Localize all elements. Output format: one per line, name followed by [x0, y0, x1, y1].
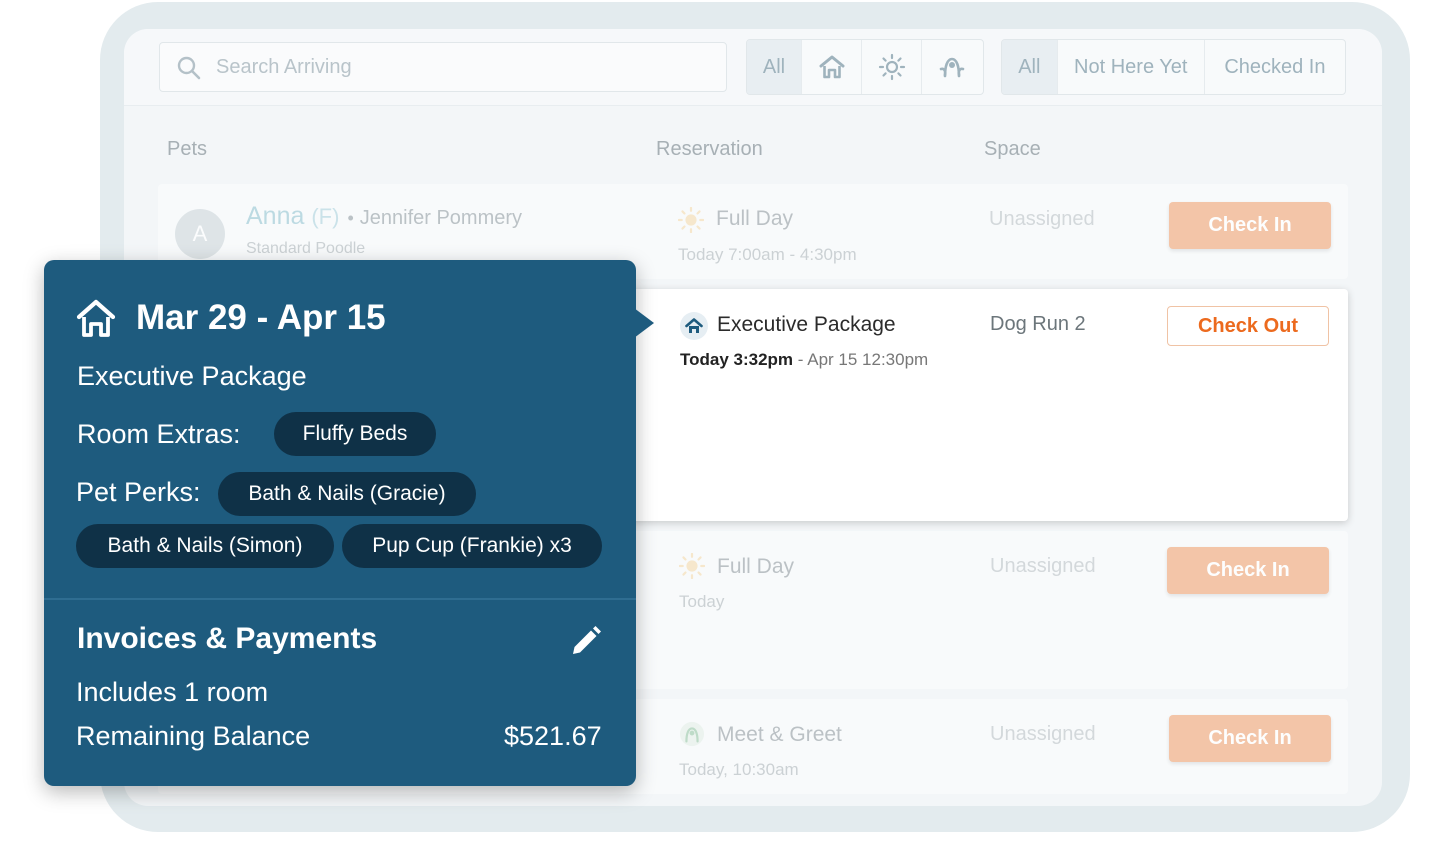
space-assignment: Dog Run 2 — [990, 313, 1086, 335]
pet-breed: Standard Poodle — [246, 240, 366, 257]
popover-package: Executive Package — [77, 361, 307, 391]
popover-divider — [44, 598, 636, 600]
pencil-icon[interactable] — [569, 624, 603, 658]
house-icon — [680, 312, 708, 340]
status-filter-checked-in[interactable]: Checked In — [1205, 40, 1345, 94]
sun-icon — [678, 207, 704, 233]
invoices-title: Invoices & Payments — [77, 622, 378, 655]
pet-perk-pill: Bath & Nails (Gracie) — [218, 472, 476, 516]
balance-label: Remaining Balance — [76, 721, 311, 751]
search-icon — [177, 56, 201, 80]
check-in-button[interactable]: Check In — [1169, 202, 1331, 249]
popover-dates: Mar 29 - Apr 15 — [136, 298, 386, 337]
pet-perk-pill: Bath & Nails (Simon) — [76, 524, 334, 568]
balance-value: $521.67 — [504, 721, 602, 751]
type-filter-boarding[interactable] — [802, 40, 862, 94]
column-header-reservation: Reservation — [656, 138, 763, 160]
check-in-button[interactable]: Check In — [1167, 547, 1329, 594]
check-out-button[interactable]: Check Out — [1167, 306, 1329, 346]
reservation-type: Full Day — [717, 555, 795, 578]
reservation-time: Today 3:32pm - Apr 15 12:30pm — [680, 350, 929, 369]
sun-icon — [679, 553, 705, 579]
space-assignment: Unassigned — [990, 555, 1096, 577]
sun-icon — [878, 53, 905, 81]
room-extras-label: Room Extras: — [77, 419, 241, 449]
reservation-popover: Mar 29 - Apr 15 Executive Package Room E… — [44, 260, 654, 786]
reservation-type: Meet & Greet — [717, 723, 842, 746]
pet-perk-pill: Pup Cup (Frankie) x3 — [342, 524, 602, 568]
meet-greet-icon — [679, 721, 705, 747]
check-in-button[interactable]: Check In — [1169, 715, 1331, 762]
space-assignment: Unassigned — [989, 208, 1095, 230]
type-filter-all[interactable]: All — [747, 40, 802, 94]
avatar: A — [175, 209, 225, 259]
reservation-type: Executive Package — [717, 313, 896, 336]
room-extra-pill: Fluffy Beds — [274, 412, 436, 456]
status-filter: All Not Here Yet Checked In — [1001, 39, 1346, 95]
pet-perks-label: Pet Perks: — [76, 477, 201, 507]
filter-bar: All — [124, 29, 1382, 106]
reservation-time: Today, 10:30am — [679, 760, 799, 779]
type-filter-meet-greet[interactable] — [922, 40, 982, 94]
house-icon — [76, 299, 116, 337]
status-filter-all[interactable]: All — [1002, 40, 1058, 94]
status-filter-not-here-yet[interactable]: Not Here Yet — [1058, 40, 1205, 94]
reservation-time: Today 7:00am - 4:30pm — [678, 245, 857, 264]
house-icon — [819, 55, 844, 79]
space-assignment: Unassigned — [990, 723, 1096, 745]
owner-name: Jennifer Pommery — [359, 207, 523, 229]
type-filter-daycare[interactable] — [862, 40, 922, 94]
pet-sex: (F) — [311, 204, 340, 229]
popover-arrow — [634, 308, 654, 338]
search-box[interactable] — [159, 42, 727, 92]
column-header-pets: Pets — [167, 138, 208, 160]
search-input[interactable] — [214, 43, 718, 91]
column-header-space: Space — [984, 138, 1041, 160]
includes-text: Includes 1 room — [76, 677, 269, 707]
reservation-time: Today — [679, 592, 725, 611]
meet-greet-icon — [939, 57, 965, 78]
pet-name[interactable]: Anna (F) • Jennifer Pommery — [246, 202, 522, 231]
type-filter: All — [746, 39, 984, 95]
reservation-type: Full Day — [716, 207, 794, 230]
